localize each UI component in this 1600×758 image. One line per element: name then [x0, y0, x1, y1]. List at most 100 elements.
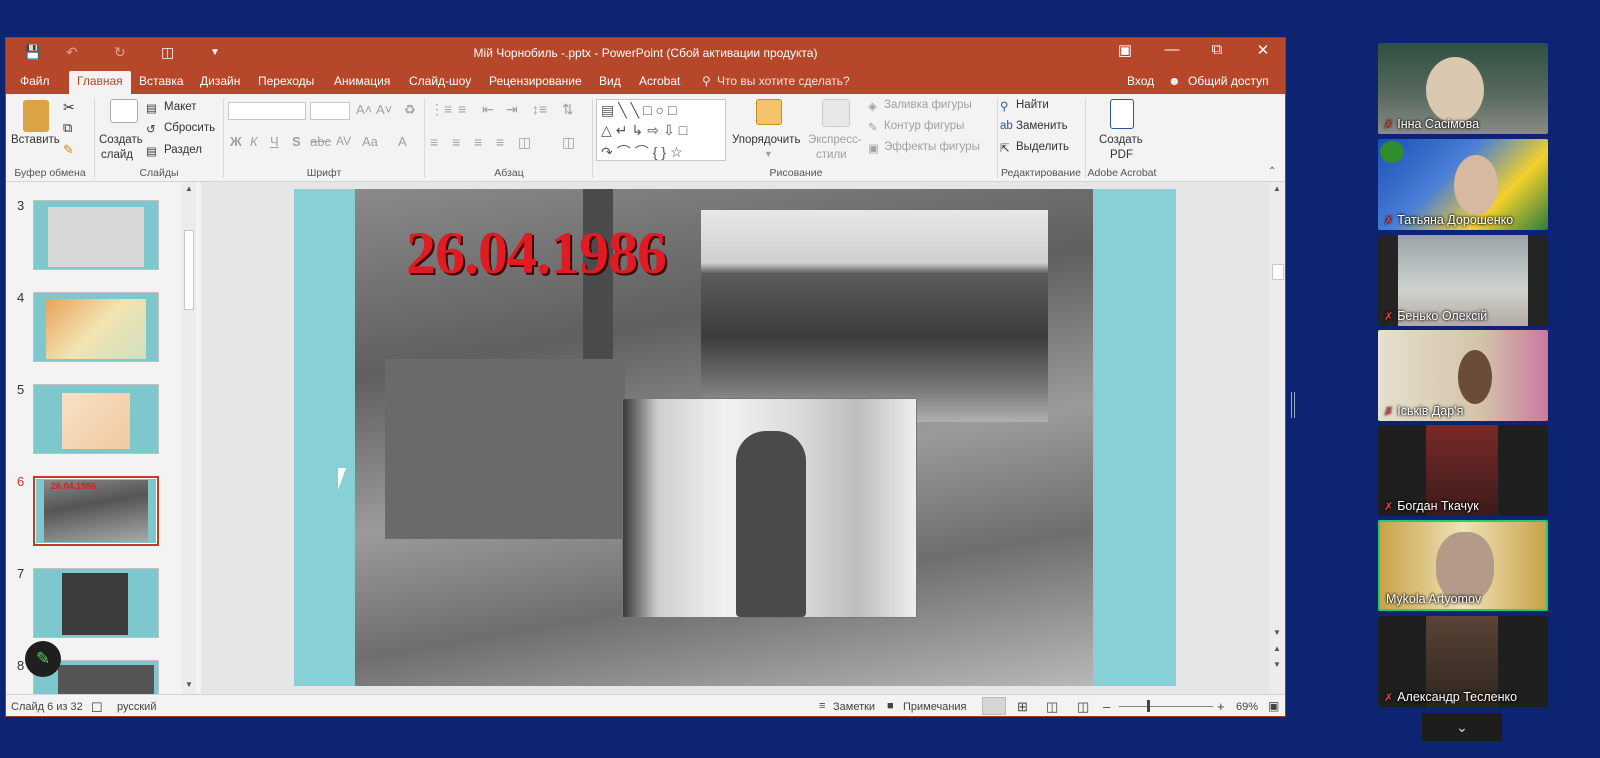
signin-link[interactable]: Вход: [1127, 74, 1154, 88]
select-button[interactable]: Выделить: [1016, 141, 1069, 153]
participant-tile[interactable]: ✗ Іськів Дар'я: [1378, 330, 1548, 421]
scroll-down-icon[interactable]: ▼: [185, 680, 193, 689]
spellcheck-icon[interactable]: ☐: [91, 700, 103, 716]
shape-effects-button[interactable]: Эффекты фигуры: [884, 141, 980, 153]
scroll-thumb[interactable]: [1272, 264, 1284, 280]
language-status[interactable]: русский: [117, 701, 156, 713]
justify-icon[interactable]: ≡: [496, 134, 504, 150]
paste-button[interactable]: Вставить: [11, 134, 60, 146]
slide-scrollbar[interactable]: ▲ ▼ ▲ ▼: [1269, 182, 1285, 694]
cut-icon[interactable]: ✂: [63, 99, 75, 116]
font-shrink-icon[interactable]: A˅: [376, 102, 392, 117]
tab-home[interactable]: Главная: [69, 71, 131, 94]
italic-button[interactable]: К: [250, 134, 258, 149]
paste-icon[interactable]: [23, 100, 49, 132]
strikethrough-icon[interactable]: abc: [310, 134, 331, 149]
indent-decrease-icon[interactable]: ⇤: [482, 101, 494, 118]
new-slide-button-line2[interactable]: слайд: [101, 149, 133, 161]
quick-styles-icon[interactable]: [822, 99, 850, 127]
replace-button[interactable]: Заменить: [1016, 120, 1068, 132]
shape-outline-button[interactable]: Контур фигуры: [884, 120, 964, 132]
maximize-button[interactable]: ⧉: [1199, 41, 1235, 58]
underline-button[interactable]: Ч: [270, 134, 279, 149]
zoom-slider[interactable]: [1119, 706, 1213, 707]
annotate-pencil-icon[interactable]: ✎: [25, 641, 61, 677]
comments-button[interactable]: Примечания: [903, 701, 967, 713]
next-slide-icon[interactable]: ▼: [1273, 660, 1281, 669]
collapse-ribbon-icon[interactable]: ⌃: [1268, 166, 1276, 177]
tab-slideshow[interactable]: Слайд-шоу: [409, 74, 471, 88]
zoom-in-button[interactable]: +: [1217, 699, 1225, 714]
align-right-icon[interactable]: ≡: [474, 134, 482, 150]
ribbon-display-icon[interactable]: ▣: [1107, 41, 1143, 59]
participant-tile[interactable]: ✗ Бенько Олексій: [1378, 235, 1548, 326]
quick-styles-button[interactable]: Экспресс-: [808, 134, 862, 146]
tell-me-search[interactable]: Что вы хотите сделать?: [717, 74, 850, 88]
slide-thumbnail-6-selected[interactable]: 26.04.1986: [33, 476, 159, 546]
columns-icon[interactable]: ◫: [518, 134, 531, 151]
participant-tile[interactable]: ✗ Татьяна Дорошенко: [1378, 139, 1548, 230]
create-pdf-icon[interactable]: [1110, 99, 1134, 129]
slide-6[interactable]: 26.04.1986: [294, 189, 1176, 686]
font-size-input[interactable]: [310, 102, 350, 120]
reset-button[interactable]: Сбросить: [164, 122, 215, 134]
scroll-up-icon[interactable]: ▲: [185, 184, 193, 193]
slideshow-view-icon[interactable]: ◫: [1077, 699, 1089, 715]
new-slide-icon[interactable]: [110, 99, 138, 123]
zoom-level[interactable]: 69%: [1236, 701, 1258, 713]
align-left-icon[interactable]: ≡: [430, 134, 438, 150]
slide-thumbnail-3[interactable]: [33, 200, 159, 270]
indent-increase-icon[interactable]: ⇥: [506, 101, 518, 118]
slide-thumbnail-7[interactable]: [33, 568, 159, 638]
zoom-out-button[interactable]: –: [1103, 699, 1110, 714]
find-button[interactable]: Найти: [1016, 99, 1049, 111]
spacing-icon[interactable]: AV: [336, 134, 351, 148]
zoom-slider-thumb[interactable]: [1147, 700, 1150, 712]
scroll-up-icon[interactable]: ▲: [1273, 184, 1281, 193]
create-pdf-button[interactable]: Создать: [1099, 134, 1143, 146]
font-grow-icon[interactable]: A˄: [356, 102, 372, 117]
tab-view[interactable]: Вид: [599, 74, 621, 88]
fit-to-window-icon[interactable]: ▣: [1268, 699, 1279, 713]
clear-format-icon[interactable]: ♻: [404, 102, 416, 118]
copy-icon[interactable]: ⧉: [63, 120, 72, 136]
thumbnails-scrollbar[interactable]: ▲ ▼: [182, 182, 196, 694]
participant-tile[interactable]: ✗ Богдан Ткачук: [1378, 425, 1548, 516]
line-spacing-icon[interactable]: ↕≡: [532, 101, 547, 117]
normal-view-button[interactable]: [982, 697, 1006, 715]
change-case-button[interactable]: Aa: [362, 134, 378, 149]
more-participants-chevron-icon[interactable]: ⌄: [1422, 713, 1502, 741]
arrange-icon[interactable]: [756, 99, 782, 125]
tab-design[interactable]: Дизайн: [200, 74, 240, 88]
slide-thumbnail-5[interactable]: [33, 384, 159, 454]
notes-button[interactable]: Заметки: [833, 701, 875, 713]
numbering-icon[interactable]: ≡: [458, 101, 466, 117]
reading-view-icon[interactable]: ◫: [1046, 699, 1058, 715]
participant-tile-active-speaker[interactable]: Mykola Artyomov: [1378, 520, 1548, 611]
tab-acrobat[interactable]: Acrobat: [639, 74, 680, 88]
tab-insert[interactable]: Вставка: [139, 74, 184, 88]
shape-fill-button[interactable]: Заливка фигуры: [884, 99, 972, 111]
panel-resize-handle[interactable]: [1291, 392, 1295, 418]
scroll-down-icon[interactable]: ▼: [1273, 628, 1281, 637]
format-painter-icon[interactable]: ✎: [63, 142, 74, 158]
close-button[interactable]: ✕: [1245, 41, 1281, 59]
bold-button[interactable]: Ж: [230, 134, 242, 149]
tab-animations[interactable]: Анимация: [334, 74, 390, 88]
slide-sorter-icon[interactable]: ⊞: [1017, 699, 1028, 715]
participant-tile[interactable]: ✗ Інна Сасімова: [1378, 43, 1548, 134]
scroll-thumb[interactable]: [184, 230, 194, 310]
shadow-button[interactable]: S: [292, 134, 301, 149]
arrange-button[interactable]: Упорядочить: [732, 134, 800, 146]
align-text-icon[interactable]: ◫: [562, 134, 575, 151]
share-button[interactable]: Общий доступ: [1188, 74, 1269, 88]
tab-review[interactable]: Рецензирование: [489, 74, 582, 88]
bullets-icon[interactable]: ⋮≡: [430, 101, 452, 118]
tab-transitions[interactable]: Переходы: [258, 74, 314, 88]
layout-button[interactable]: Макет: [164, 101, 197, 113]
prev-slide-icon[interactable]: ▲: [1273, 644, 1281, 653]
participant-tile[interactable]: ✗ Александр Тесленко: [1378, 616, 1548, 707]
text-direction-icon[interactable]: ⇅: [562, 101, 574, 118]
font-color-icon[interactable]: A: [398, 134, 407, 149]
new-slide-button[interactable]: Создать: [99, 134, 143, 146]
